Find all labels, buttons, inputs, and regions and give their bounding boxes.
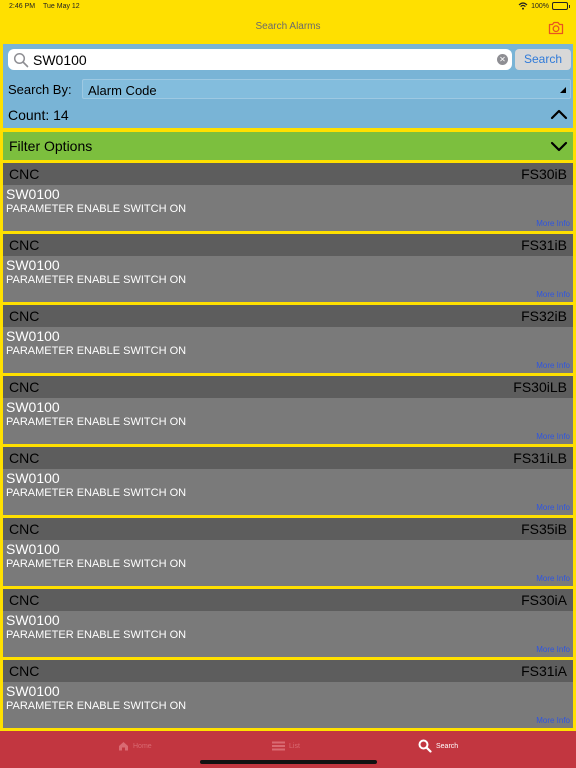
alarm-model: FS35iB [521,521,567,537]
page-title: Search Alarms [255,21,321,32]
alarm-model: FS30iLB [513,379,567,395]
list-icon [272,741,285,751]
tab-home-label: Home [133,742,152,750]
alarm-card-header: CNC FS31iA [3,660,573,682]
tab-home[interactable]: Home [118,731,152,761]
nav-bar: Search Alarms [0,14,576,42]
alarm-description: PARAMETER ENABLE SWITCH ON [6,629,187,641]
search-icon [418,739,432,753]
filter-options-label: Filter Options [9,138,93,154]
more-info-link[interactable]: More Info [536,645,570,654]
alarm-code: SW0100 [6,399,60,415]
alarm-code: SW0100 [6,541,60,557]
camera-icon[interactable] [548,20,564,36]
alarm-type: CNC [9,450,40,466]
alarm-description: PARAMETER ENABLE SWITCH ON [6,558,187,570]
status-time: 2:46 PM [9,3,36,10]
wifi-icon [518,2,528,10]
alarm-card[interactable]: CNC FS30iB SW0100 PARAMETER ENABLE SWITCH O… [3,163,573,231]
dropdown-triangle-icon [560,87,566,93]
search-button[interactable]: Search [515,49,571,70]
search-field[interactable]: ✕ [8,49,512,70]
magnifier-icon [13,52,29,67]
alarm-card[interactable]: CNC FS31iA SW0100 PARAMETER ENABLE SWITCH O… [3,660,573,728]
alarm-type: CNC [9,592,40,608]
battery-percent: 100% [531,2,549,10]
chevron-up-icon[interactable] [550,108,568,120]
alarm-code: SW0100 [6,683,60,699]
alarm-description: PARAMETER ENABLE SWITCH ON [6,700,187,712]
status-bar: 2:46 PM Tue May 12 100% [0,0,576,14]
alarm-description: PARAMETER ENABLE SWITCH ON [6,487,187,499]
alarm-description: PARAMETER ENABLE SWITCH ON [6,345,187,357]
alarm-model: FS32iB [521,308,567,324]
alarm-card[interactable]: CNC FS35iB SW0100 PARAMETER ENABLE SWITCH O… [3,518,573,586]
alarm-code: SW0100 [6,257,60,273]
tab-list[interactable]: List [272,731,300,761]
home-icon [119,742,128,751]
clear-icon[interactable]: ✕ [497,54,508,65]
alarm-code: SW0100 [6,612,60,628]
search-panel: ✕ Search Search By: Alarm Code Count: 14 [3,44,573,128]
alarm-code: SW0100 [6,186,60,202]
alarm-description: PARAMETER ENABLE SWITCH ON [6,203,187,215]
search-by-select[interactable]: Alarm Code [82,79,571,99]
alarm-type: CNC [9,379,40,395]
alarm-model: FS30iA [521,592,567,608]
alarm-card-header: CNC FS30iA [3,589,573,611]
filter-options-bar[interactable]: Filter Options [3,132,573,160]
result-count: Count: 14 [8,107,69,123]
status-date: Tue May 12 [43,3,80,10]
alarm-description: PARAMETER ENABLE SWITCH ON [6,274,187,286]
alarm-card[interactable]: CNC FS31iLB SW0100 PARAMETER ENABLE SWITCH … [3,447,573,515]
search-by-value: Alarm Code [88,83,157,98]
status-right: 100% [518,2,570,10]
search-by-label: Search By: [8,82,72,97]
alarm-card-header: CNC FS35iB [3,518,573,540]
more-info-link[interactable]: More Info [536,503,570,512]
alarm-card-header: CNC FS31iB [3,234,573,256]
alarm-card[interactable]: CNC FS32iB SW0100 PARAMETER ENABLE SWITCH O… [3,305,573,373]
alarm-card-header: CNC FS32iB [3,305,573,327]
more-info-link[interactable]: More Info [536,361,570,370]
alarm-card-header: CNC FS30iB [3,163,573,185]
tab-list-label: List [289,742,300,750]
more-info-link[interactable]: More Info [536,574,570,583]
alarm-type: CNC [9,521,40,537]
search-input[interactable] [33,51,488,68]
alarm-model: FS31iB [521,237,567,253]
alarm-type: CNC [9,237,40,253]
more-info-link[interactable]: More Info [536,716,570,725]
alarm-code: SW0100 [6,328,60,344]
alarm-model: FS31iA [521,663,567,679]
more-info-link[interactable]: More Info [536,290,570,299]
alarm-model: FS30iB [521,166,567,182]
chevron-down-icon[interactable] [550,140,568,152]
alarm-description: PARAMETER ENABLE SWITCH ON [6,416,187,428]
alarm-card[interactable]: CNC FS30iLB SW0100 PARAMETER ENABLE SWITCH … [3,376,573,444]
alarm-card-header: CNC FS31iLB [3,447,573,469]
alarm-type: CNC [9,166,40,182]
tab-search-label: Search [436,742,459,750]
alarm-card[interactable]: CNC FS30iA SW0100 PARAMETER ENABLE SWITCH O… [3,589,573,657]
alarm-model: FS31iLB [513,450,567,466]
more-info-link[interactable]: More Info [536,432,570,441]
alarm-type: CNC [9,663,40,679]
home-indicator [200,760,377,764]
alarm-card[interactable]: CNC FS31iB SW0100 PARAMETER ENABLE SWITCH O… [3,234,573,302]
more-info-link[interactable]: More Info [536,219,570,228]
alarm-type: CNC [9,308,40,324]
battery-icon [552,2,570,10]
alarm-code: SW0100 [6,470,60,486]
alarm-card-header: CNC FS30iLB [3,376,573,398]
tab-search[interactable]: Search [418,731,458,761]
